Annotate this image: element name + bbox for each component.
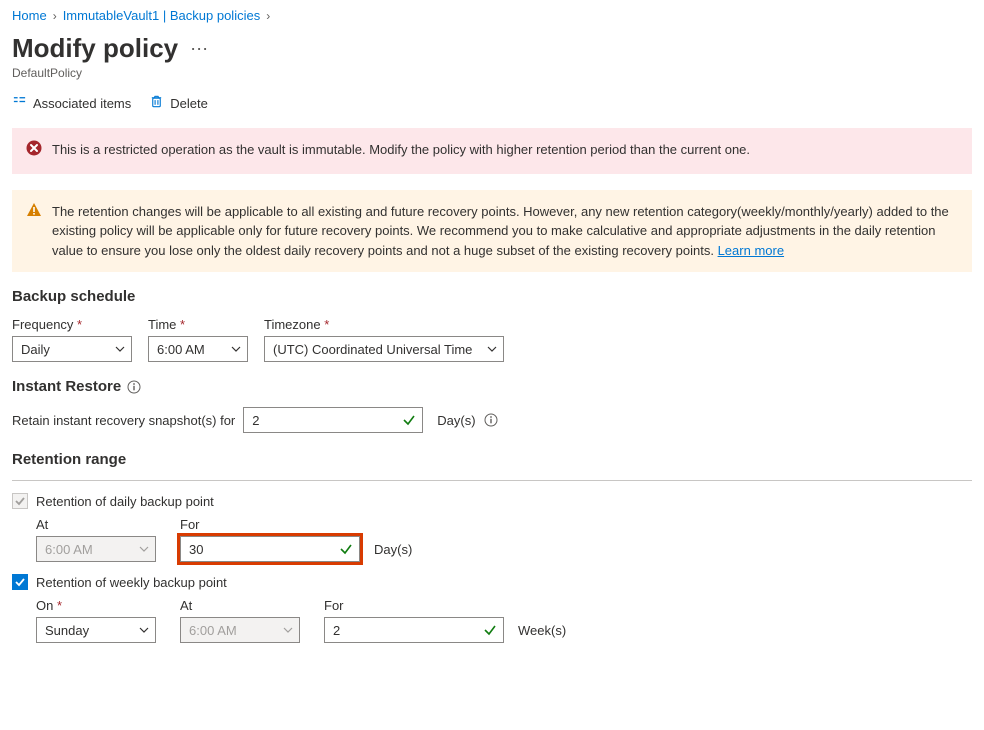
daily-for-label: For — [180, 517, 412, 532]
weekly-for-label: For — [324, 598, 566, 613]
time-label: Time * — [148, 317, 248, 332]
error-alert: This is a restricted operation as the va… — [12, 128, 972, 174]
check-icon — [339, 542, 353, 556]
page-subtitle: DefaultPolicy — [12, 66, 972, 80]
instant-retain-input[interactable]: 2 — [243, 407, 423, 433]
daily-at-select: 6:00 AM — [36, 536, 156, 562]
check-icon — [483, 623, 497, 637]
daily-at-label: At — [36, 517, 156, 532]
timezone-label: Timezone * — [264, 317, 504, 332]
breadcrumb-home[interactable]: Home — [12, 8, 47, 23]
warning-icon — [26, 202, 42, 261]
weekly-unit: Week(s) — [518, 623, 566, 638]
learn-more-link[interactable]: Learn more — [718, 243, 784, 258]
chevron-down-icon — [231, 344, 241, 354]
info-icon[interactable] — [127, 380, 141, 394]
warning-alert: The retention changes will be applicable… — [12, 190, 972, 273]
list-icon — [12, 94, 27, 112]
instant-retain-label: Retain instant recovery snapshot(s) for — [12, 413, 235, 428]
chevron-down-icon — [283, 625, 293, 635]
associated-items-label: Associated items — [33, 96, 131, 111]
weekly-at-select: 6:00 AM — [180, 617, 300, 643]
weekly-on-label: On * — [36, 598, 156, 613]
chevron-down-icon — [139, 544, 149, 554]
daily-retention-checkbox — [12, 493, 28, 509]
frequency-label: Frequency * — [12, 317, 132, 332]
chevron-right-icon: › — [266, 9, 270, 23]
toolbar: Associated items Delete — [12, 94, 972, 112]
check-icon — [402, 413, 416, 427]
daily-for-input[interactable]: 30 — [180, 536, 360, 562]
page-title: Modify policy — [12, 33, 178, 64]
instant-restore-heading: Instant Restore — [12, 378, 972, 395]
weekly-at-label: At — [180, 598, 300, 613]
error-icon — [26, 140, 42, 162]
info-icon[interactable] — [484, 413, 498, 427]
delete-button[interactable]: Delete — [149, 94, 208, 112]
time-select[interactable]: 6:00 AM — [148, 336, 248, 362]
instant-unit: Day(s) — [437, 413, 475, 428]
daily-retention-label: Retention of daily backup point — [36, 494, 214, 509]
associated-items-button[interactable]: Associated items — [12, 94, 131, 112]
weekly-retention-label: Retention of weekly backup point — [36, 575, 227, 590]
weekly-for-input[interactable]: 2 — [324, 617, 504, 643]
chevron-down-icon — [115, 344, 125, 354]
divider — [12, 480, 972, 481]
daily-unit: Day(s) — [374, 542, 412, 557]
chevron-down-icon — [139, 625, 149, 635]
warning-message: The retention changes will be applicable… — [52, 202, 958, 261]
timezone-select[interactable]: (UTC) Coordinated Universal Time — [264, 336, 504, 362]
weekly-on-select[interactable]: Sunday — [36, 617, 156, 643]
delete-label: Delete — [170, 96, 208, 111]
breadcrumb-vault[interactable]: ImmutableVault1 | Backup policies — [63, 8, 261, 23]
frequency-select[interactable]: Daily — [12, 336, 132, 362]
more-icon[interactable]: ⋯ — [190, 39, 209, 60]
trash-icon — [149, 94, 164, 112]
retention-range-heading: Retention range — [12, 451, 972, 468]
chevron-down-icon — [487, 344, 497, 354]
backup-schedule-heading: Backup schedule — [12, 288, 972, 305]
breadcrumb: Home › ImmutableVault1 | Backup policies… — [12, 8, 972, 23]
error-message: This is a restricted operation as the va… — [52, 140, 750, 162]
chevron-right-icon: › — [53, 9, 57, 23]
weekly-retention-checkbox[interactable] — [12, 574, 28, 590]
